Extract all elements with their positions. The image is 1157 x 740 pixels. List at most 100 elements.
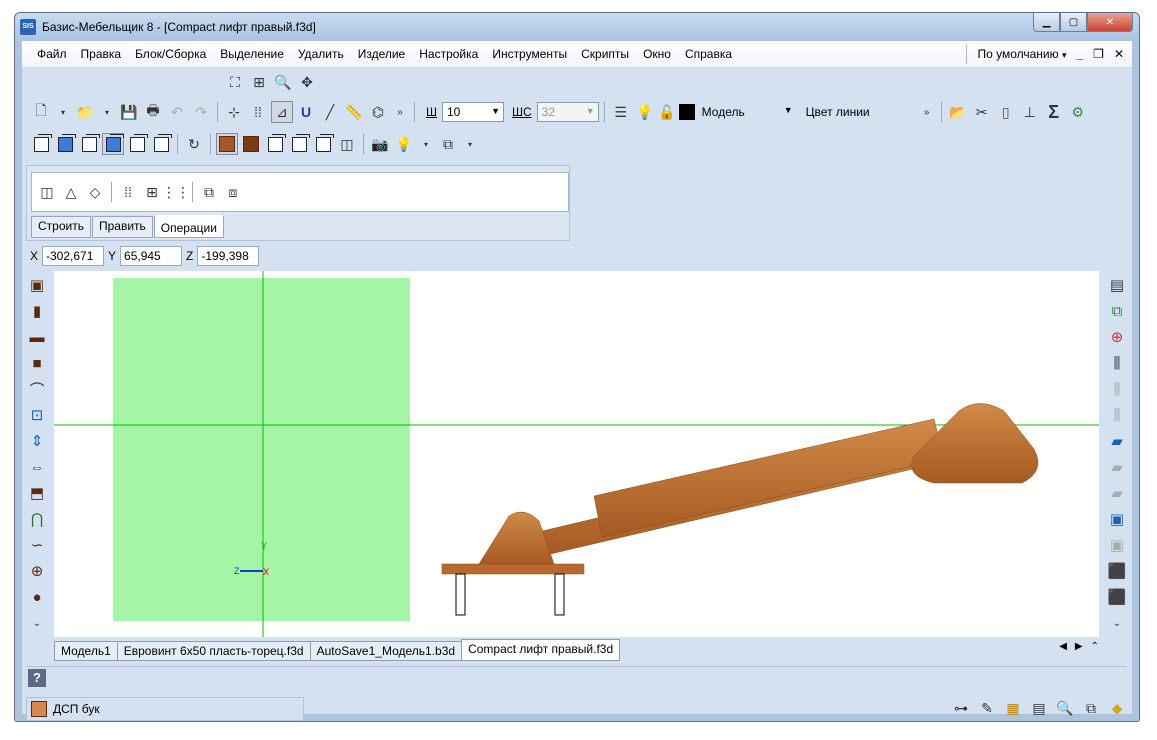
move-icon[interactable]: ⧈	[222, 181, 244, 203]
edge-move-icon[interactable]: ▰	[1105, 455, 1129, 479]
tree-icon[interactable]: ⊶	[950, 697, 972, 719]
hole-icon[interactable]: ⊕	[25, 559, 49, 583]
fastener-add-icon[interactable]: ⫼	[1105, 377, 1129, 401]
snap-settings-icon[interactable]: ⌬	[367, 101, 389, 123]
tab-edit[interactable]: Править	[91, 216, 153, 238]
menu-file[interactable]: Файл	[30, 47, 74, 61]
material-dropdown-icon[interactable]: ▾	[461, 133, 479, 155]
minimize-button[interactable]: ▁	[1033, 13, 1060, 32]
open-dropdown-icon[interactable]: ▾	[98, 101, 116, 123]
color-swatch-icon[interactable]	[678, 101, 696, 123]
maximize-button[interactable]: ▢	[1060, 13, 1087, 32]
new-file-icon[interactable]: 🗋	[30, 101, 52, 123]
sum-icon[interactable]: Σ	[1043, 101, 1065, 123]
render-texture-icon[interactable]	[216, 133, 238, 155]
shs-combo[interactable]: 32 ▼	[536, 102, 599, 122]
menu-window[interactable]: Окно	[636, 47, 678, 61]
lift-base-mount[interactable]	[478, 511, 555, 565]
tab-prev-icon[interactable]: ◀	[1059, 641, 1067, 652]
ruler-icon[interactable]: 📏	[343, 101, 365, 123]
tab-next-icon[interactable]: ▶	[1075, 641, 1083, 652]
right-more-icon[interactable]: ⌄	[1105, 611, 1129, 635]
calendar-icon[interactable]: ▤	[1028, 697, 1050, 719]
doc-tab-compact-lift[interactable]: Compact лифт правый.f3d	[461, 639, 621, 661]
array-linear-icon[interactable]: ⁞⁞	[117, 181, 139, 203]
lift-leg-right[interactable]	[554, 573, 565, 616]
undo-icon[interactable]: ↶	[166, 101, 188, 123]
render-hidden-icon[interactable]	[288, 133, 310, 155]
array-grid-icon[interactable]: ⊞	[141, 181, 163, 203]
sphere-icon[interactable]: ●	[25, 585, 49, 609]
horizontal-size-icon[interactable]: ⇔	[25, 455, 49, 479]
lock-icon[interactable]: 🔓	[658, 101, 676, 123]
toolbar-more-icon[interactable]: »	[391, 101, 409, 123]
line-snap-icon[interactable]: ╱	[319, 101, 341, 123]
new-dropdown-icon[interactable]: ▾	[54, 101, 72, 123]
stamp-icon[interactable]: ⊥	[1019, 101, 1041, 123]
cabinet-icon[interactable]: ▯	[995, 101, 1017, 123]
view-top-icon[interactable]	[54, 133, 76, 155]
redo-icon[interactable]: ↷	[190, 101, 212, 123]
viewport-canvas[interactable]: Y Z X	[54, 271, 1099, 637]
pan-icon[interactable]: ✥	[296, 71, 318, 93]
target-icon[interactable]: ⊕	[1105, 325, 1129, 349]
layer-combo[interactable]: Модель ▼	[698, 102, 796, 122]
layers-stack-icon[interactable]: ⧉	[1080, 697, 1102, 719]
render-edges-icon[interactable]	[312, 133, 334, 155]
doc-tab-eurovint[interactable]: Евровинт 6x50 пласть-торец.f3d	[116, 641, 311, 661]
facing-add-icon[interactable]: ▣	[1105, 507, 1129, 531]
mdi-minimize-button[interactable]: _	[1076, 47, 1083, 61]
help-icon[interactable]: ?	[28, 669, 46, 687]
close-button[interactable]: ✕	[1087, 13, 1133, 32]
lift-cylinder[interactable]	[593, 418, 945, 538]
sh-combo[interactable]: 10 ▼	[442, 102, 504, 122]
lift-leg-left[interactable]	[455, 573, 466, 616]
lift-base-plate[interactable]	[441, 563, 585, 575]
lift-top-bracket[interactable]	[911, 403, 1039, 484]
menu-product[interactable]: Изделие	[351, 47, 413, 61]
doc-tab-model1[interactable]: Модель1	[54, 641, 118, 661]
edit-note-icon[interactable]: ✎	[976, 697, 998, 719]
bulb-icon[interactable]: 💡	[634, 101, 656, 123]
menu-edit[interactable]: Правка	[74, 47, 129, 61]
grid-snap-icon[interactable]: ⁞⁞	[247, 101, 269, 123]
view-right-icon[interactable]	[102, 133, 124, 155]
edge-add-icon[interactable]: ▰	[1105, 429, 1129, 453]
view-custom-icon[interactable]	[150, 133, 172, 155]
material-view-icon[interactable]: ⧉	[437, 133, 459, 155]
facing-remove-icon[interactable]: ▣	[1105, 533, 1129, 557]
horizontal-panel-icon[interactable]: ▬	[25, 325, 49, 349]
panel-icon[interactable]: ▣	[25, 273, 49, 297]
magnet-icon[interactable]: U	[295, 101, 317, 123]
title-bar[interactable]: SIS Базис-Мебельщик 8 - [Compact лифт пр…	[15, 13, 1139, 41]
render-wire-icon[interactable]	[264, 133, 286, 155]
copy-icon[interactable]: ⧉	[198, 181, 220, 203]
profile-dropdown[interactable]: По умолчанию ▾	[977, 47, 1066, 61]
library-icon[interactable]: 📂	[947, 101, 969, 123]
zoom-extents-icon[interactable]: ⛶	[224, 71, 246, 93]
block-disabled-icon[interactable]: ⬛	[1105, 585, 1129, 609]
cut-icon[interactable]: ✂	[971, 101, 993, 123]
toolbar2-more-icon[interactable]: »	[918, 101, 936, 123]
print-icon[interactable]: 🖶	[142, 101, 164, 123]
vertical-panel-icon[interactable]: ▮	[25, 299, 49, 323]
menu-scripts[interactable]: Скрипты	[574, 47, 636, 61]
mirror-icon[interactable]: ◫	[36, 181, 58, 203]
3d-viewport[interactable]: Y Z X	[54, 271, 1099, 637]
menu-block[interactable]: Блок/Сборка	[128, 47, 213, 61]
menu-delete[interactable]: Удалить	[291, 47, 351, 61]
view-front-icon[interactable]	[30, 133, 52, 155]
stretch-icon[interactable]: △	[60, 181, 82, 203]
camera-icon[interactable]: 📷	[369, 133, 391, 155]
material-indicator[interactable]: ДСП бук	[26, 697, 304, 721]
report-icon[interactable]: ⚙	[1067, 101, 1089, 123]
split-view-icon[interactable]: ◫	[336, 133, 358, 155]
vertical-size-icon[interactable]: ⇕	[25, 429, 49, 453]
mdi-close-button[interactable]: ✕	[1114, 47, 1124, 61]
tab-operations[interactable]: Операции	[153, 215, 224, 238]
block-icon[interactable]: ⬛	[1105, 559, 1129, 583]
light-icon[interactable]: 💡	[393, 133, 415, 155]
replace-icon[interactable]: ⧉	[1105, 299, 1129, 323]
layers-icon[interactable]: ☰	[610, 101, 632, 123]
menu-settings[interactable]: Настройка	[412, 47, 485, 61]
